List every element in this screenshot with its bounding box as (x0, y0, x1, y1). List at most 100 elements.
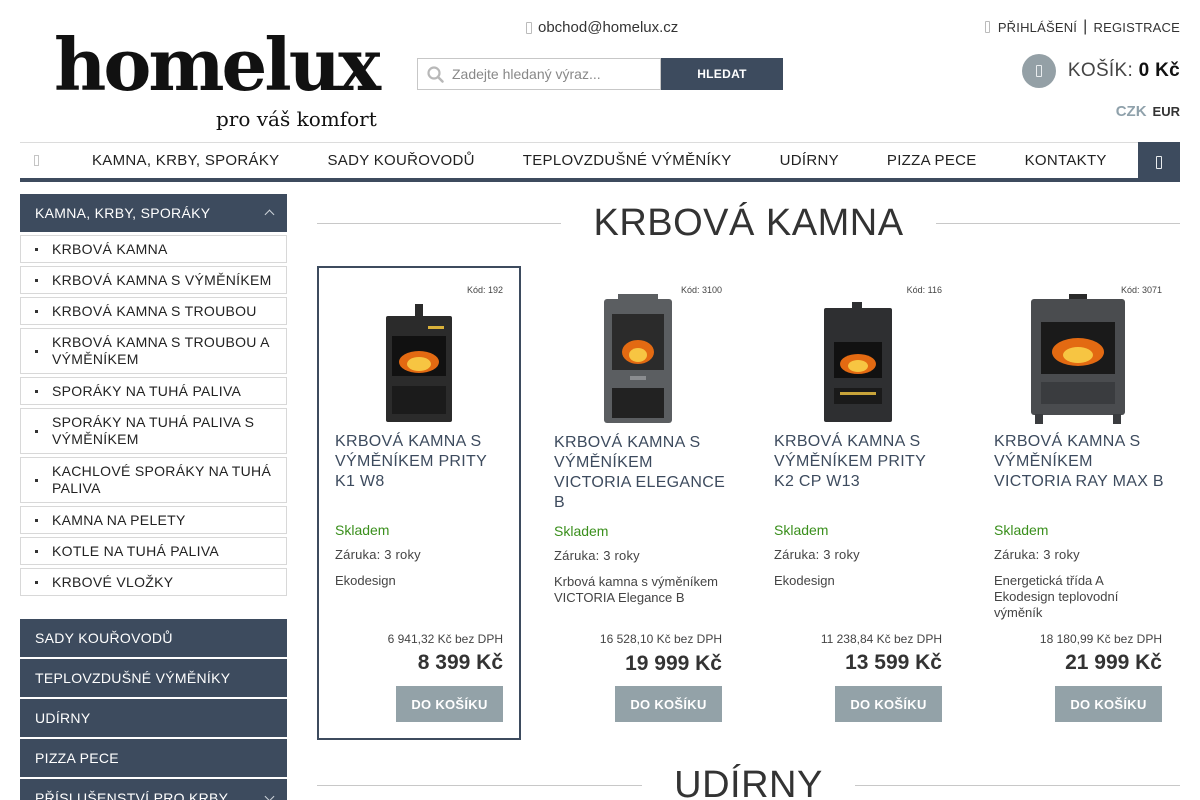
product-price: 13 599 Kč (845, 651, 942, 674)
product-image[interactable] (758, 292, 958, 424)
search-form: HLEDAT (417, 58, 783, 90)
home-icon[interactable] (20, 155, 52, 166)
nav-items: KAMNA, KRBY, SPORÁKY SADY KOUŘOVODŮ TEPL… (52, 143, 1131, 178)
product-image[interactable] (978, 292, 1178, 424)
product-description: Krbová kamna s výměníkem VICTORIA Elegan… (554, 574, 719, 605)
nav-item-kourovody[interactable]: SADY KOUŘOVODŮ (303, 152, 498, 169)
search-button[interactable]: HLEDAT (661, 58, 783, 90)
product-name[interactable]: KRBOVÁ KAMNA S VÝMĚNÍKEM VICTORIA RAY MA… (994, 432, 1168, 492)
sidebar-cat-vymeniky[interactable]: TEPLOVZDUŠNÉ VÝMĚNÍKY (20, 659, 287, 697)
stock-status: Skladem (554, 523, 609, 539)
email-text: obchod@homelux.cz (538, 19, 679, 36)
cart-label: KOŠÍK: (1067, 60, 1134, 81)
price-without-vat: 16 528,10 Kč bez DPH (599, 632, 722, 646)
cart-summary: KOŠÍK: 0 Kč (1068, 60, 1180, 82)
user-icon (984, 21, 990, 33)
nav-item-pizza-pece[interactable]: PIZZA PECE (863, 152, 1001, 169)
sidebar-cat-kourovody[interactable]: SADY KOUŘOVODŮ (20, 619, 287, 657)
stock-status: Skladem (335, 522, 390, 538)
phone-icon (526, 21, 532, 34)
warranty-text: Záruka: 3 roky (994, 547, 1080, 562)
cart-widget[interactable]: KOŠÍK: 0 Kč (1021, 54, 1180, 88)
add-to-cart-button[interactable]: DO KOŠÍKU (615, 686, 722, 722)
sidebar-cat-pizza-pece[interactable]: PIZZA PECE (20, 739, 287, 777)
product-price: 19 999 Kč (625, 652, 722, 675)
search-field[interactable] (417, 58, 661, 90)
search-icon (427, 65, 444, 83)
register-link[interactable]: REGISTRACE (1093, 20, 1180, 35)
section-title: KRBOVÁ KAMNA (593, 202, 904, 244)
stock-status: Skladem (994, 522, 1049, 538)
sidebar-item-krbove-vlozky[interactable]: KRBOVÉ VLOŽKY (20, 568, 287, 596)
next-section-title: UDÍRNY (674, 764, 823, 800)
product-grid: Kód: 192 KRBOVÁ KAMNA S VÝMĚNÍKEM PRITY … (317, 266, 1180, 740)
sidebar-item-krbova-kamna[interactable]: KRBOVÁ KAMNA (20, 235, 287, 263)
stove-image (386, 304, 452, 422)
sidebar-item-kamna-s-troubou[interactable]: KRBOVÁ KAMNA S TROUBOU (20, 297, 287, 325)
product-card[interactable]: Kód: 116 KRBOVÁ KAMNA S VÝMĚNÍKEM PRITY … (756, 266, 960, 740)
category-sidebar: KAMNA, KRBY, SPORÁKY KRBOVÁ KAMNA KRBOVÁ… (20, 194, 287, 800)
sidebar-cat-udirny[interactable]: UDÍRNY (20, 699, 287, 737)
stock-status: Skladem (774, 522, 829, 538)
sidebar-item-sporaky-s-vymenikem[interactable]: SPORÁKY NA TUHÁ PALIVA S VÝMĚNÍKEM (20, 408, 287, 454)
contact-email[interactable]: obchod@homelux.cz (526, 19, 678, 36)
product-description: Ekodesign (335, 573, 396, 588)
sidebar-item-kamna-s-vymenikem[interactable]: KRBOVÁ KAMNA S VÝMĚNÍKEM (20, 266, 287, 294)
sidebar-item-sporaky[interactable]: SPORÁKY NA TUHÁ PALIVA (20, 377, 287, 405)
product-name[interactable]: KRBOVÁ KAMNA S VÝMĚNÍKEM PRITY K1 W8 (335, 432, 509, 492)
logo-text: homelux (54, 22, 381, 107)
nav-item-kamna[interactable]: KAMNA, KRBY, SPORÁKY (52, 152, 303, 169)
product-price: 21 999 Kč (1065, 651, 1162, 674)
chevron-down-icon (264, 791, 275, 800)
nav-item-vymeniky[interactable]: TEPLOVZDUŠNÉ VÝMĚNÍKY (499, 152, 756, 169)
warranty-text: Záruka: 3 roky (335, 547, 421, 562)
login-link[interactable]: PŘIHLÁŠENÍ (998, 20, 1077, 35)
warranty-text: Záruka: 3 roky (774, 547, 860, 562)
section-header-krbova-kamna: KRBOVÁ KAMNA (317, 202, 1181, 245)
add-to-cart-button[interactable]: DO KOŠÍKU (396, 686, 503, 722)
sidebar-item-kachlove-sporaky[interactable]: KACHLOVÉ SPORÁKY NA TUHÁ PALIVA (20, 457, 287, 503)
sidebar-active-category[interactable]: KAMNA, KRBY, SPORÁKY (20, 194, 287, 232)
currency-switcher: CZK EUR (1116, 103, 1180, 120)
price-without-vat: 11 238,84 Kč bez DPH (820, 632, 942, 646)
cart-total: 0 Kč (1138, 60, 1180, 81)
sidebar-item-kotle[interactable]: KOTLE NA TUHÁ PALIVA (20, 537, 287, 565)
account-separator: | (1083, 18, 1088, 35)
section-header-udirny: UDÍRNY (317, 763, 1180, 800)
account-links: PŘIHLÁŠENÍ | REGISTRACE (984, 18, 1180, 36)
price-without-vat: 6 941,32 Kč bez DPH (387, 632, 503, 646)
price-without-vat: 18 180,99 Kč bez DPH (1039, 632, 1162, 646)
currency-czk[interactable]: CZK (1116, 103, 1147, 120)
logo-tagline: pro váš komfort (216, 107, 377, 131)
nav-search-icon[interactable] (1138, 142, 1180, 182)
cart-icon (1021, 54, 1056, 88)
add-to-cart-button[interactable]: DO KOŠÍKU (835, 686, 942, 722)
product-image[interactable] (538, 292, 738, 424)
homelux-logo[interactable]: homelux pro váš komfort (54, 22, 384, 135)
sidebar-cat-prislusenstvi[interactable]: PŘÍSLUŠENSTVÍ PRO KRBY (20, 779, 287, 800)
currency-eur[interactable]: EUR (1153, 104, 1180, 119)
product-card[interactable]: Kód: 3071 KRBOVÁ KAMNA S VÝMĚNÍKEM VICTO… (976, 266, 1180, 740)
stove-image (1031, 294, 1125, 424)
search-input[interactable] (452, 66, 652, 82)
subcategory-list: KRBOVÁ KAMNA KRBOVÁ KAMNA S VÝMĚNÍKEM KR… (20, 235, 287, 596)
chevron-up-icon (264, 209, 275, 220)
nav-item-kontakty[interactable]: KONTAKTY (1001, 152, 1131, 169)
add-to-cart-button[interactable]: DO KOŠÍKU (1055, 686, 1162, 722)
sidebar-item-kamna-s-troubou-a-vymenikem[interactable]: KRBOVÁ KAMNA S TROUBOU A VÝMĚNÍKEM (20, 328, 287, 374)
sidebar-item-kamna-na-pelety[interactable]: KAMNA NA PELETY (20, 506, 287, 534)
product-name[interactable]: KRBOVÁ KAMNA S VÝMĚNÍKEM PRITY K2 CP W13 (774, 432, 948, 492)
sidebar-active-label: KAMNA, KRBY, SPORÁKY (35, 205, 211, 221)
nav-item-udirny[interactable]: UDÍRNY (756, 152, 863, 169)
stove-image (824, 302, 892, 422)
product-price: 8 399 Kč (417, 651, 503, 674)
main-navigation: KAMNA, KRBY, SPORÁKY SADY KOUŘOVODŮ TEPL… (20, 142, 1180, 182)
product-description: Energetická třída A Ekodesign teplovodní… (994, 573, 1119, 620)
product-description: Ekodesign (774, 573, 835, 588)
product-card[interactable]: Kód: 192 KRBOVÁ KAMNA S VÝMĚNÍKEM PRITY … (317, 266, 521, 740)
product-card[interactable]: Kód: 3100 KRBOVÁ KAMNA S VÝMĚNÍKEM VICTO… (536, 266, 740, 740)
product-name[interactable]: KRBOVÁ KAMNA S VÝMĚNÍKEM VICTORIA ELEGAN… (554, 433, 728, 513)
warranty-text: Záruka: 3 roky (554, 548, 640, 563)
stove-image (604, 294, 672, 423)
product-image[interactable] (319, 292, 519, 424)
